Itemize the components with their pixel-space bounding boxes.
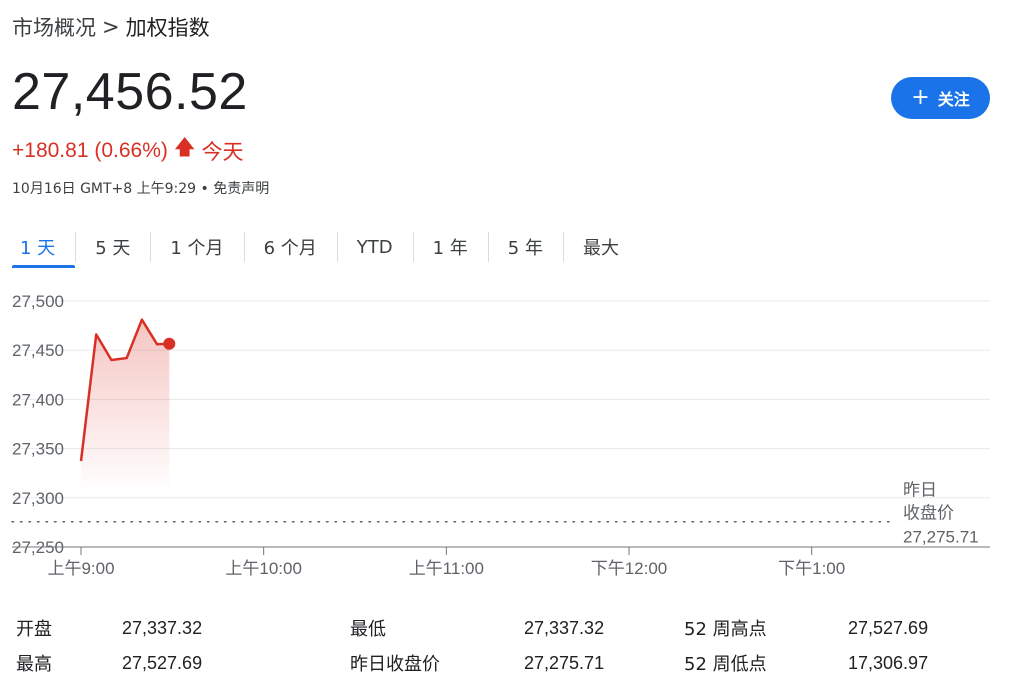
tab-range-7[interactable]: 最大 <box>562 226 639 268</box>
previous-close-label-line2: 收盘价 <box>903 504 954 524</box>
stat-high-value: 27,527.69 <box>122 652 203 673</box>
y-tick-label: 27,450 <box>12 341 64 360</box>
stat-high-label: 最高 <box>16 654 52 675</box>
stat-prev-close-value: 27,275.71 <box>524 652 605 673</box>
tab-range-3[interactable]: 6 个月 <box>243 226 337 268</box>
price-change-period: 今天 <box>201 140 244 164</box>
stat-52wk-low-value: 17,306.97 <box>848 652 929 673</box>
timestamp-text: 10月16日 GMT+8 上午9:29 <box>12 181 197 197</box>
x-tick-label: 下午12:00 <box>591 559 668 578</box>
stat-open-label: 开盘 <box>16 619 52 640</box>
x-tick-label: 下午1:00 <box>778 559 845 578</box>
stat-52wk-low-label: 52 周低点 <box>684 654 767 675</box>
plus-icon: + <box>911 85 930 110</box>
x-tick-label: 上午11:00 <box>409 559 484 578</box>
disclaimer-link[interactable]: 免责声明 <box>213 181 269 197</box>
previous-close-value: 27,275.71 <box>903 528 979 547</box>
tab-range-6[interactable]: 5 年 <box>487 226 563 268</box>
follow-label: 关注 <box>937 90 970 109</box>
breadcrumb-market-overview-link[interactable]: 市场概况 <box>12 12 96 42</box>
index-price: 27,456.52 <box>12 63 248 121</box>
separator-dot: • <box>200 181 209 197</box>
stats-row-2: 最高 27,527.69 昨日收盘价 27,275.71 52 周低点 17,3… <box>0 647 1031 679</box>
x-tick-label: 上午9:00 <box>47 559 114 578</box>
tab-range-5[interactable]: 1 年 <box>412 226 488 268</box>
breadcrumb-current: 加权指数 <box>125 16 210 40</box>
tab-range-4[interactable]: YTD <box>336 226 413 268</box>
follow-button[interactable]: + 关注 <box>891 77 990 119</box>
stat-low-label: 最低 <box>350 619 386 640</box>
arrow-up-icon: 🡅 <box>173 136 196 159</box>
stats-row-1: 开盘 27,337.32 最低 27,337.32 52 周高点 27,527.… <box>0 612 1031 644</box>
y-tick-label: 27,350 <box>12 440 64 459</box>
quote-timestamp: 10月16日 GMT+8 上午9:29 • 免责声明 <box>12 178 269 198</box>
y-tick-label: 27,300 <box>12 489 64 508</box>
last-point-marker <box>163 337 176 350</box>
stat-low-value: 27,337.32 <box>524 617 605 638</box>
tab-range-2[interactable]: 1 个月 <box>150 226 243 268</box>
time-range-tabs: 1 天5 天1 个月 6 个月 YTD 1 年5 年最大 <box>12 226 639 268</box>
breadcrumb: 市场概况 > 加权指数 <box>12 12 210 42</box>
stat-52wk-high-label: 52 周高点 <box>684 619 767 640</box>
price-chart: 27,50027,45027,40027,35027,30027,250上午9:… <box>11 292 990 578</box>
breadcrumb-separator: > <box>102 15 120 39</box>
x-tick-label: 上午10:00 <box>225 559 302 578</box>
stat-prev-close-label: 昨日收盘价 <box>350 654 440 675</box>
price-change-value: +180.81 (0.66%) <box>12 138 168 162</box>
y-tick-label: 27,500 <box>12 292 64 311</box>
stat-52wk-high-value: 27,527.69 <box>848 617 929 638</box>
tab-range-1[interactable]: 5 天 <box>75 226 150 268</box>
previous-close-label-line1: 昨日 <box>903 481 937 501</box>
tab-range-0[interactable]: 1 天 <box>12 226 76 268</box>
price-change: +180.81 (0.66%) 🡅 今天 <box>12 133 243 168</box>
y-tick-label: 27,400 <box>12 390 64 409</box>
stat-open-value: 27,337.32 <box>122 617 203 638</box>
